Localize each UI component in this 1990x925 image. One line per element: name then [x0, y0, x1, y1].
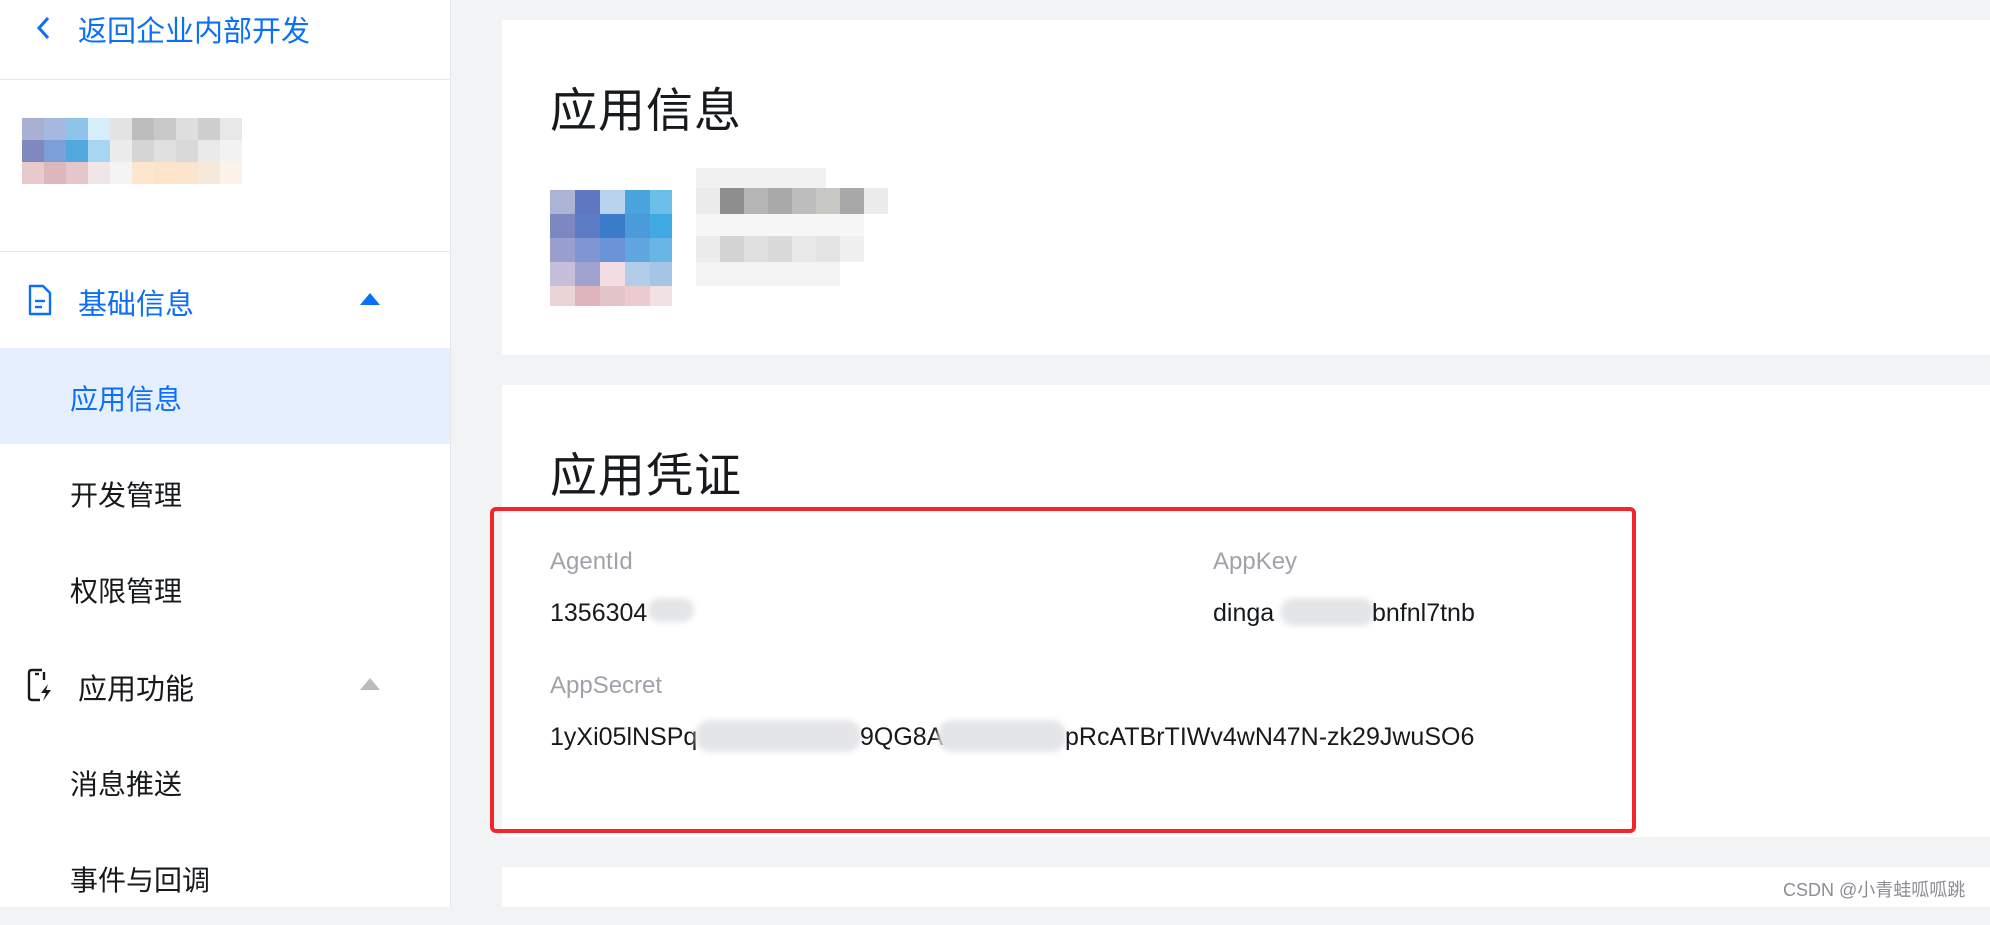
- app-info-title: 应用信息: [550, 84, 742, 137]
- sidebar-item-label: 权限管理: [70, 576, 183, 607]
- app-icon-mosaic: [550, 190, 672, 306]
- phone-bolt-icon: [27, 668, 51, 702]
- chevron-left-icon: [36, 16, 50, 40]
- nav-group-basic-info[interactable]: 基础信息: [0, 253, 450, 349]
- sidebar-item-events-callbacks[interactable]: 事件与回调: [0, 829, 450, 925]
- sidebar-item-app-info[interactable]: 应用信息: [0, 348, 450, 444]
- app-name-mosaic: [696, 168, 888, 306]
- back-link-label: 返回企业内部开发: [78, 16, 311, 48]
- sidebar-item-label: 开发管理: [70, 480, 183, 511]
- sidebar-item-dev-management[interactable]: 开发管理: [0, 444, 450, 540]
- nav-group-app-features[interactable]: 应用功能: [0, 638, 450, 734]
- sidebar: 返回企业内部开发 基础信息 应用信息 开发管理 权限管理 应用功能 消息推送 事…: [0, 0, 451, 907]
- sidebar-item-permission-management[interactable]: 权限管理: [0, 540, 450, 636]
- credentials-title: 应用凭证: [550, 449, 742, 502]
- credentials-highlight-box: [490, 507, 1636, 833]
- caret-up-icon[interactable]: [360, 678, 380, 690]
- sidebar-item-label: 应用信息: [70, 384, 183, 415]
- caret-up-icon[interactable]: [360, 293, 380, 305]
- next-panel: [502, 867, 1990, 907]
- back-to-internal-dev-link[interactable]: 返回企业内部开发: [0, 0, 450, 80]
- nav-group-label: 应用功能: [78, 674, 195, 706]
- watermark: CSDN @小青蛙呱呱跳: [1783, 880, 1966, 900]
- sidebar-item-label: 事件与回调: [70, 865, 211, 896]
- nav-group-label: 基础信息: [78, 289, 195, 321]
- sidebar-item-message-push[interactable]: 消息推送: [0, 733, 450, 829]
- app-info-panel: 应用信息: [502, 20, 1990, 355]
- app-avatar-mosaic: [22, 118, 262, 202]
- app-identity-card: [0, 80, 450, 252]
- document-icon: [28, 284, 52, 316]
- sidebar-item-label: 消息推送: [70, 769, 183, 800]
